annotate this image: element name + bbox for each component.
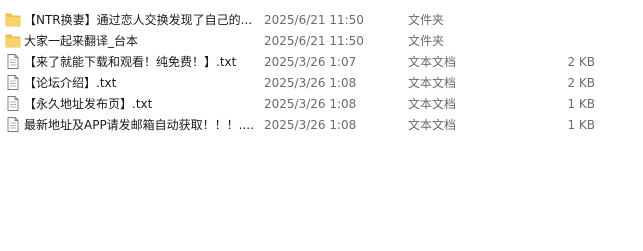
file-type: 文件夹 <box>408 13 445 27</box>
file-row[interactable]: 最新地址及APP请发邮箱自动获取！！！.... 2025/3/26 1:08 文… <box>0 114 643 135</box>
file-name: 最新地址及APP请发邮箱自动获取！！！.... <box>24 118 254 132</box>
text-file-icon <box>5 74 21 91</box>
file-date-modified: 2025/3/26 1:07 <box>264 55 357 69</box>
file-type: 文本文档 <box>408 118 457 132</box>
folder-icon <box>5 32 21 49</box>
text-file-icon <box>5 95 21 112</box>
file-size: 1 KB <box>567 97 595 111</box>
file-name: 【论坛介绍】.txt <box>24 76 117 90</box>
file-row[interactable]: 【来了就能下载和观看！纯免费！】.txt 2025/3/26 1:07 文本文档… <box>0 51 643 72</box>
file-date-modified: 2025/3/26 1:08 <box>264 97 357 111</box>
file-row[interactable]: 【永久地址发布页】.txt 2025/3/26 1:08 文本文档 1 KB <box>0 93 643 114</box>
file-row[interactable]: 大家一起来翻译_台本 2025/6/21 11:50 文件夹 <box>0 30 643 51</box>
text-file-icon <box>5 116 21 133</box>
file-type: 文本文档 <box>408 76 457 90</box>
file-name: 【永久地址发布页】.txt <box>24 97 153 111</box>
file-row[interactable]: 【论坛介绍】.txt 2025/3/26 1:08 文本文档 2 KB <box>0 72 643 93</box>
file-row[interactable]: 【NTR换妻】通过恋人交换发现了自己的... 2025/6/21 11:50 文… <box>0 9 643 30</box>
file-date-modified: 2025/3/26 1:08 <box>264 118 357 132</box>
file-type: 文件夹 <box>408 34 445 48</box>
file-size: 1 KB <box>567 118 595 132</box>
file-size: 2 KB <box>567 76 595 90</box>
file-date-modified: 2025/6/21 11:50 <box>264 13 364 27</box>
file-date-modified: 2025/6/21 11:50 <box>264 34 364 48</box>
file-list: 【NTR换妻】通过恋人交换发现了自己的... 2025/6/21 11:50 文… <box>0 9 643 135</box>
file-name: 大家一起来翻译_台本 <box>24 34 139 48</box>
file-type: 文本文档 <box>408 97 457 111</box>
file-size: 2 KB <box>567 55 595 69</box>
file-date-modified: 2025/3/26 1:08 <box>264 76 357 90</box>
file-name: 【来了就能下载和观看！纯免费！】.txt <box>24 55 237 69</box>
file-name: 【NTR换妻】通过恋人交换发现了自己的... <box>24 13 253 27</box>
file-type: 文本文档 <box>408 55 457 69</box>
folder-icon <box>5 11 21 28</box>
text-file-icon <box>5 53 21 70</box>
